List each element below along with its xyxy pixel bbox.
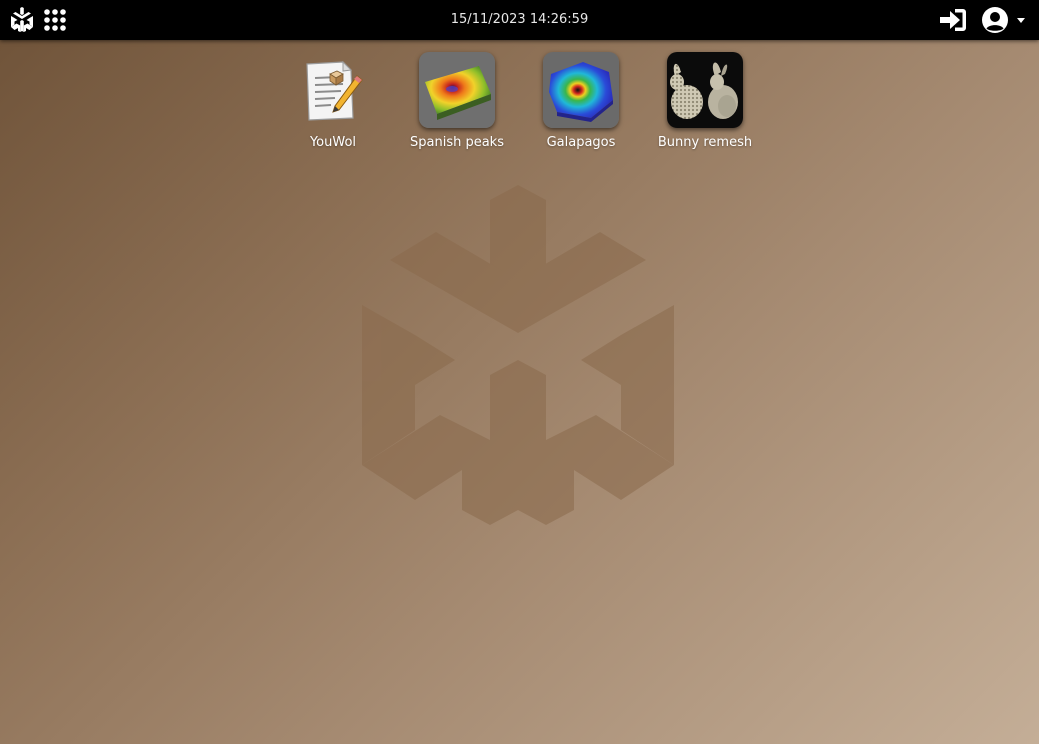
app-label: Galapagos [546,135,616,150]
galapagos-map-icon [543,52,619,128]
datetime-display: 15/11/2023 14:26:59 [450,12,589,27]
user-circle-icon [982,7,1008,33]
youwol-logo-icon[interactable] [8,0,36,40]
app-label: YouWol [309,135,357,150]
desktop: 15/11/2023 14:26:59 YouWol Spanish peaks… [0,0,1039,744]
app-label: Bunny remesh [657,135,753,150]
sign-in-icon[interactable] [937,0,969,40]
top-bar: 15/11/2023 14:26:59 [0,0,1039,40]
app-galapagos[interactable]: Galapagos [526,52,636,150]
app-spanish-peaks[interactable]: Spanish peaks [402,52,512,150]
app-label: Spanish peaks [410,135,504,150]
youwol-watermark-icon [362,185,674,525]
grid-apps-icon[interactable] [41,0,69,40]
app-bunny-remesh[interactable]: Bunny remesh [650,52,760,150]
terrain-map-icon [419,52,495,128]
document-edit-icon [295,52,371,128]
user-menu-button[interactable] [977,0,1029,40]
app-youwol[interactable]: YouWol [278,52,388,150]
bunny-mesh-icon [667,52,743,128]
chevron-down-icon [1017,17,1025,23]
